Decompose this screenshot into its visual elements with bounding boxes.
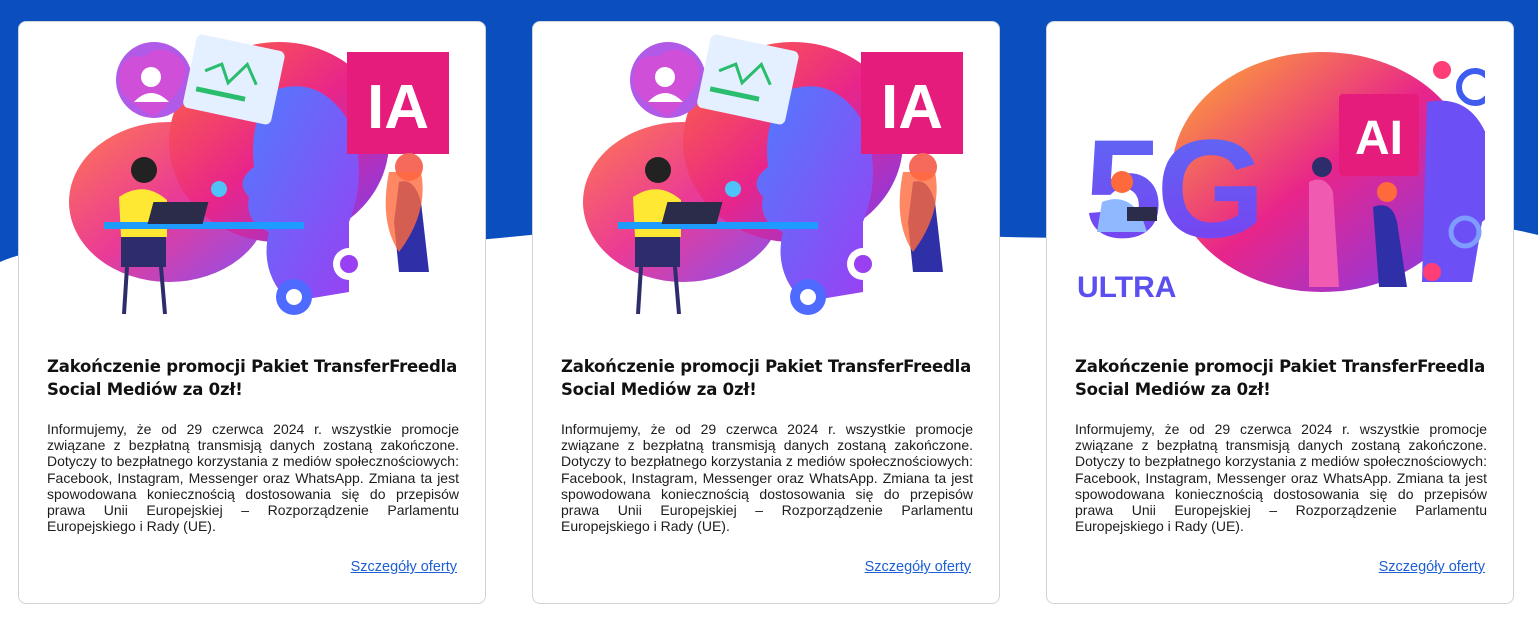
ia-sign-text: IA <box>367 73 429 142</box>
card-description: Informujemy, że od 29 czerwca 2024 r. ws… <box>1075 421 1487 535</box>
5g-sign-text: 5G <box>1085 110 1260 267</box>
card-description: Informujemy, że od 29 czerwca 2024 r. ws… <box>47 421 459 535</box>
card-title: Zakończenie promocji Pakiet TransferFree… <box>47 357 458 399</box>
card-description: Informujemy, że od 29 czerwca 2024 r. ws… <box>561 421 973 535</box>
card-title: Zakończenie promocji Pakiet TransferFree… <box>1075 357 1486 399</box>
ai-illustration: IA <box>583 34 963 315</box>
offer-details-link[interactable]: Szczegóły oferty <box>865 559 971 575</box>
ai-sign-text: AI <box>1355 112 1403 165</box>
promo-card: IA Zakończenie promocji Pakiet TransferF… <box>532 21 1000 604</box>
ai-illustration: IA <box>69 34 449 315</box>
offer-details-link[interactable]: Szczegóły oferty <box>1379 559 1485 575</box>
ia-sign-text: IA <box>881 73 943 142</box>
card-title: Zakończenie promocji Pakiet TransferFree… <box>561 357 972 399</box>
promo-cards: IA Zakończenie promocji Pakiet TransferF… <box>18 21 1514 604</box>
promo-card: IA Zakończenie promocji Pakiet TransferF… <box>18 21 486 604</box>
5g-illustration: 5G ULTRA AI <box>1077 52 1485 304</box>
promo-card: 5G ULTRA AI Zakończenie promocji Pakiet … <box>1046 21 1514 604</box>
offer-details-link[interactable]: Szczegóły oferty <box>351 559 457 575</box>
ultra-label: ULTRA <box>1077 271 1176 304</box>
